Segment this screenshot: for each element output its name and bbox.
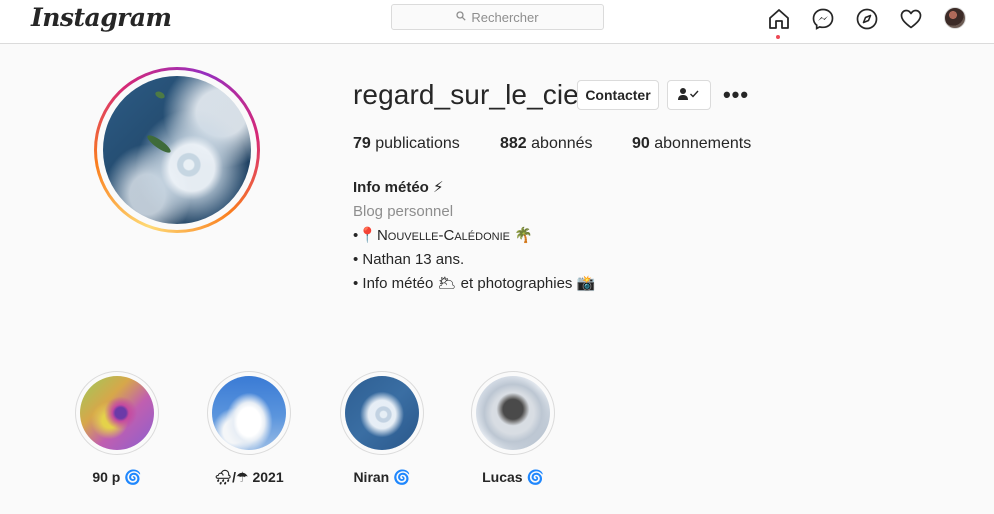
home-icon[interactable] [766,6,792,32]
bio-line: • Nathan 13 ans. [353,251,465,268]
story-highlight[interactable]: 🌧/☂ 2021 [205,371,293,486]
user-check-icon [678,87,700,104]
followers-link[interactable]: 882 abonnés [500,135,593,153]
highlight-cover-ring [75,371,159,455]
highlight-cover-image [212,376,286,450]
posts-count: 79 publications [353,135,460,153]
following-status-button[interactable] [667,80,711,110]
bio-line: • Info météo 🌥 et photographies 📸 [353,275,596,292]
story-highlight[interactable]: Niran 🌀 [338,371,426,486]
highlight-cover-image [345,376,419,450]
bio-location-prefix: •📍 [353,227,377,244]
followers-count-label: abonnés [531,135,593,152]
highlight-label: 90 p 🌀 [92,469,142,485]
posts-count-label: publications [375,135,460,152]
bio-category: Blog personnel [353,203,454,220]
highlight-cover-ring [207,371,291,455]
search-input[interactable]: Rechercher [391,4,604,30]
contact-button[interactable]: Contacter [577,80,659,110]
highlight-cover-ring [340,371,424,455]
bio-location-text: Nouvelle-Calédonie [376,227,510,244]
bio-location-line: •📍Nouvelle-Calédonie 🌴 [353,224,595,248]
messenger-icon[interactable] [810,6,836,32]
ring-gap [97,70,257,230]
avatar[interactable] [944,7,966,29]
highlight-label: Niran 🌀 [353,469,411,485]
notification-dot [776,35,780,39]
search-placeholder: Rechercher [471,9,539,25]
posts-count-value: 79 [353,135,371,152]
profile-bio: Info météo ⚡ Blog personnel •📍Nouvelle-C… [353,176,595,296]
followers-count-value: 882 [500,135,527,152]
highlight-label: 🌧/☂ 2021 [214,469,284,485]
search-icon [456,10,467,24]
profile-username: regard_sur_le_ciel [353,79,586,110]
highlight-cover-ring [471,371,555,455]
bio-display-name: Info météo ⚡ [353,179,444,196]
bio-location-suffix: 🌴 [509,227,533,244]
profile-picture-story-ring[interactable] [94,67,260,233]
heart-icon[interactable] [898,6,924,32]
highlight-cover-image [476,376,550,450]
options-more-button[interactable]: ••• [723,82,749,107]
profile-picture [103,76,251,224]
instagram-logo[interactable]: Instagram [31,3,172,32]
highlight-cover-image [80,376,154,450]
following-count-value: 90 [632,135,650,152]
island-shape [154,90,166,100]
highlight-label: Lucas 🌀 [482,469,544,485]
explore-compass-icon[interactable] [854,6,880,32]
following-link[interactable]: 90 abonnements [632,135,751,153]
story-highlight[interactable]: Lucas 🌀 [469,371,557,486]
island-shape [145,132,173,156]
following-count-label: abonnements [654,135,752,152]
story-highlight[interactable]: 90 p 🌀 [73,371,161,486]
top-navigation-bar: Instagram Rechercher [0,0,994,44]
